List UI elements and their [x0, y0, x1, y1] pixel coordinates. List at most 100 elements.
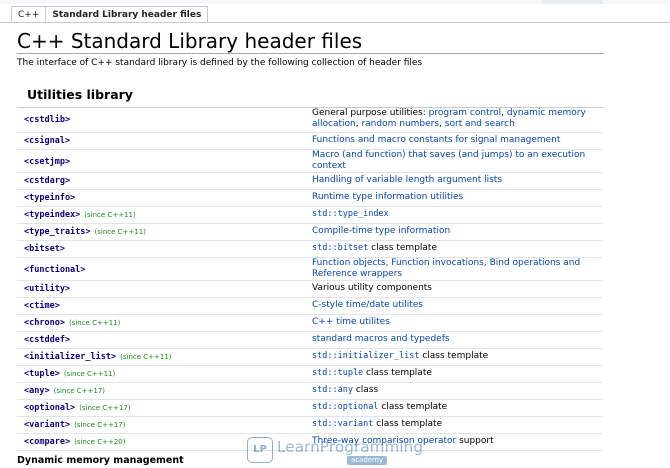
header-link[interactable]: <csetjmp>	[24, 157, 70, 167]
class-template-link[interactable]: std::variant	[312, 419, 373, 429]
class-template-link[interactable]: std::tuple	[312, 368, 363, 378]
watermark-sub: academy	[347, 456, 388, 465]
description-link[interactable]: sort and search	[445, 119, 515, 129]
table-row: <csignal> Functions and macro constants f…	[17, 132, 603, 150]
class-template-link[interactable]: std::any	[312, 385, 353, 395]
since-badge: (since C++17)	[53, 387, 105, 395]
header-name[interactable]: <variant>	[24, 420, 70, 430]
description-link[interactable]: program control	[429, 108, 501, 118]
header-link[interactable]: <cstdlib>	[24, 115, 70, 125]
header-name[interactable]: <typeinfo>	[24, 193, 75, 203]
header-description: std::optional class template	[312, 402, 597, 413]
page-intro: The interface of C++ standard library is…	[17, 58, 423, 68]
header-name[interactable]: <initializer_list>	[24, 352, 116, 362]
description-text: class template	[368, 243, 437, 253]
breadcrumb-language-link[interactable]: C++	[11, 6, 47, 23]
header-link[interactable]: <optional> (since C++17)	[24, 403, 131, 413]
header-link[interactable]: <cstddef>	[24, 335, 70, 345]
description-text: class template	[378, 402, 448, 412]
header-link[interactable]: <initializer_list> (since C++11)	[24, 352, 172, 362]
header-description: standard macros and typedefs	[312, 334, 597, 345]
since-badge: (since C++17)	[74, 421, 126, 429]
header-name[interactable]: <ctime>	[24, 301, 60, 311]
description-link[interactable]: C-style time/date utilites	[312, 300, 423, 310]
header-link[interactable]: <type_traits> (since C++11)	[24, 227, 146, 237]
header-name[interactable]: <optional>	[24, 403, 75, 413]
header-name[interactable]: <tuple>	[24, 369, 60, 379]
description-link[interactable]: Handling of variable length argument lis…	[312, 175, 502, 185]
section-title-dynamic-memory: Dynamic memory management	[17, 455, 184, 466]
header-link[interactable]: <tuple> (since C++11)	[24, 369, 115, 379]
table-row: <cstddef> standard macros and typedefs	[17, 331, 603, 349]
header-description: std::type_index	[312, 209, 597, 220]
header-name[interactable]: <utility>	[24, 284, 70, 294]
header-link[interactable]: <csignal>	[24, 136, 70, 146]
header-name[interactable]: <functional>	[24, 265, 85, 275]
header-link[interactable]: <utility>	[24, 284, 70, 294]
breadcrumb: C++ Standard Library header files	[11, 6, 209, 23]
header-link[interactable]: <variant> (since C++17)	[24, 420, 125, 430]
since-badge: (since C++11)	[84, 211, 136, 219]
header-description: C-style time/date utilites	[312, 300, 597, 311]
header-name[interactable]: <bitset>	[24, 244, 65, 254]
header-name[interactable]: <type_traits>	[24, 227, 91, 237]
header-name[interactable]: <csetjmp>	[24, 157, 70, 167]
header-link[interactable]: <compare> (since C++20)	[24, 437, 125, 447]
header-link[interactable]: <typeinfo>	[24, 193, 75, 203]
header-name[interactable]: <csignal>	[24, 136, 70, 146]
header-name[interactable]: <chrono>	[24, 318, 65, 328]
description-link[interactable]: Function objects, Function invocations, …	[312, 258, 580, 279]
learnprogramming-watermark: LP LearnProgramming academy	[247, 437, 423, 467]
description-link[interactable]: C++ time utilites	[312, 317, 390, 327]
page-title: C++ Standard Library header files	[17, 29, 604, 54]
header-link[interactable]: <ctime>	[24, 301, 60, 311]
table-row: <optional> (since C++17) std::optional cla…	[17, 399, 603, 417]
table-row: <ctime> C-style time/date utilites	[17, 297, 603, 315]
description-text: Various utility components	[312, 283, 432, 293]
description-text: support	[456, 436, 494, 446]
class-template-link[interactable]: std::bitset	[312, 243, 368, 253]
header-link[interactable]: <functional>	[24, 265, 85, 275]
header-description: Function objects, Function invocations, …	[312, 258, 597, 280]
table-row: <initializer_list> (since C++11) std::init…	[17, 348, 603, 366]
description-link[interactable]: Macro (and function) that saves (and jum…	[312, 150, 585, 171]
browser-top-strip	[0, 0, 670, 4]
table-row: <chrono> (since C++11) C++ time utilites	[17, 314, 603, 332]
header-name[interactable]: <cstdlib>	[24, 115, 70, 125]
table-row: <variant> (since C++17) std::variant class…	[17, 416, 603, 434]
header-description: std::any class	[312, 385, 597, 396]
table-row: <functional> Function objects, Function i…	[17, 257, 603, 281]
header-name[interactable]: <cstddef>	[24, 335, 70, 345]
table-row: <cstdlib> General purpose utilities: prog…	[17, 107, 603, 133]
class-template-link[interactable]: std::optional	[312, 402, 379, 412]
breadcrumb-divider	[0, 22, 670, 23]
header-description: std::tuple class template	[312, 368, 597, 379]
since-badge: (since C++11)	[94, 228, 146, 236]
table-row: <any> (since C++17) std::any class	[17, 382, 603, 400]
header-name[interactable]: <compare>	[24, 437, 70, 447]
header-link[interactable]: <bitset>	[24, 244, 65, 254]
description-text: General purpose utilities:	[312, 108, 429, 118]
header-name[interactable]: <cstdarg>	[24, 176, 70, 186]
header-link[interactable]: <chrono> (since C++11)	[24, 318, 120, 328]
table-row: <tuple> (since C++11) std::tuple class tem…	[17, 365, 603, 383]
description-link[interactable]: standard macros and typedefs	[312, 334, 450, 344]
description-link[interactable]: random numbers	[361, 119, 439, 129]
header-name[interactable]: <any>	[24, 386, 50, 396]
description-text: class	[352, 385, 379, 395]
description-link[interactable]: Functions and macro constants for signal…	[312, 135, 560, 145]
description-link[interactable]: Runtime type information utilities	[312, 192, 463, 202]
description-text: class template	[419, 351, 489, 361]
header-description: Various utility components	[312, 283, 597, 294]
header-name[interactable]: <typeindex>	[24, 210, 80, 220]
watermark-name: LearnProgramming	[277, 438, 424, 456]
top-strip-segment	[543, 0, 603, 4]
class-template-link[interactable]: std::initializer_list	[312, 351, 419, 361]
header-link[interactable]: <typeindex> (since C++11)	[24, 210, 136, 220]
header-link[interactable]: <any> (since C++17)	[24, 386, 105, 396]
class-template-link[interactable]: std::type_index	[312, 209, 389, 219]
table-row: <bitset> std::bitset class template	[17, 240, 603, 258]
description-link[interactable]: Compile-time type information	[312, 226, 450, 236]
header-link[interactable]: <cstdarg>	[24, 176, 70, 186]
breadcrumb-current: Standard Library header files	[45, 6, 209, 23]
